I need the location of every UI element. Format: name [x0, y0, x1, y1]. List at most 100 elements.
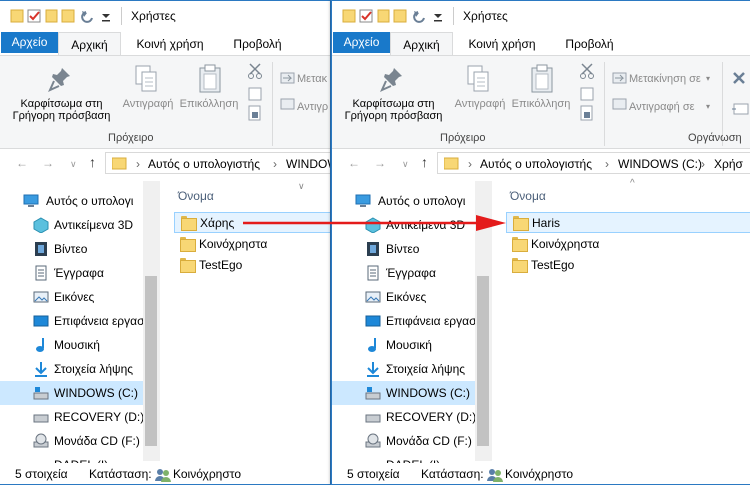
copy-button[interactable]: Αντιγραφή: [118, 98, 178, 110]
tab-home[interactable]: Αρχική: [390, 32, 453, 57]
window-title: Χρήστες: [131, 9, 176, 23]
sort-indicator-icon: ∨: [298, 181, 305, 191]
address-row: ← → ∨ ↑ › Αυτός ο υπολογιστής › WINDOWS: [0, 151, 330, 175]
up-arrow-icon[interactable]: ↑: [89, 154, 96, 170]
address-bar[interactable]: › Αυτός ο υπολογιστής › WINDOWS (C:) › Χ…: [437, 152, 750, 174]
nav-item-cd-f[interactable]: Μονάδα CD (F:): [0, 429, 160, 453]
drive-windows-icon: [33, 387, 49, 400]
drive-icon: [365, 414, 381, 423]
nav-item-desktop[interactable]: Επιφάνεια εργασ: [0, 309, 160, 333]
status-bar: 5 στοιχεία Κατάσταση: Κοινόχρηστο: [332, 463, 750, 484]
group-organize-label: Οργάνωση: [688, 132, 742, 144]
nav-item-this-pc[interactable]: Αυτός ο υπολογι: [332, 189, 492, 213]
move-to-button[interactable]: Μετακ: [297, 73, 330, 85]
tab-home[interactable]: Αρχική: [58, 32, 121, 57]
pin-quick-access-button[interactable]: Καρφίτσωμα στη Γρήγορη πρόσβαση: [336, 98, 451, 122]
nav-item-recovery-d[interactable]: RECOVERY (D:): [332, 405, 492, 429]
nav-item-pictures[interactable]: Εικόνες: [0, 285, 160, 309]
column-header-name[interactable]: Όνομα: [178, 189, 214, 203]
nav-item-music[interactable]: Μουσική: [332, 333, 492, 357]
folder-icon: [444, 157, 459, 170]
explorer-window-right: Χρήστες Αρχείο Αρχική Κοινή χρήση Προβολ…: [331, 0, 750, 485]
move-dropdown-icon[interactable]: ▾: [706, 73, 710, 85]
quick-access-toolbar[interactable]: [342, 8, 452, 24]
ribbon: Καρφίτσωμα στη Γρήγορη πρόσβαση Αντιγραφ…: [332, 55, 750, 149]
file-item-folder[interactable]: Κοινόχρηστα: [174, 234, 330, 255]
ribbon-separator: [272, 62, 273, 146]
document-icon: [35, 265, 47, 281]
move-to-button[interactable]: Μετακίνηση σε: [629, 73, 714, 85]
status-state-label: Κατάσταση:: [89, 467, 152, 481]
nav-item-windows-c[interactable]: WINDOWS (C:): [0, 381, 160, 405]
nav-item-videos[interactable]: Βίντεο: [332, 237, 492, 261]
breadcrumb-this-pc[interactable]: Αυτός ο υπολογιστής: [480, 157, 592, 171]
scrollbar-thumb[interactable]: [477, 276, 489, 446]
folder-icon: [181, 216, 197, 231]
nav-item-downloads[interactable]: Στοιχεία λήψης: [332, 357, 492, 381]
file-item-folder[interactable]: Κοινόχρηστα: [506, 234, 750, 255]
file-item-folder[interactable]: TestEgo: [174, 255, 330, 276]
nav-item-recovery-d[interactable]: RECOVERY (D:): [0, 405, 160, 429]
quick-access-toolbar[interactable]: [10, 8, 120, 24]
copy-to-button[interactable]: Αντιγρ: [297, 101, 330, 113]
scrollbar-thumb[interactable]: [145, 276, 157, 446]
file-item-folder[interactable]: Haris: [506, 212, 750, 233]
pin-icon: [380, 68, 402, 92]
nav-item-windows-c[interactable]: WINDOWS (C:): [332, 381, 492, 405]
paste-button[interactable]: Επικόλληση: [510, 98, 572, 110]
copy-to-dropdown-icon[interactable]: ▾: [706, 101, 710, 113]
music-note-icon: [36, 338, 44, 352]
copy-button[interactable]: Αντιγραφή: [450, 98, 510, 110]
tab-file[interactable]: Αρχείο: [333, 32, 390, 53]
nav-scrollbar[interactable]: [475, 181, 492, 461]
folder-icon: [513, 216, 529, 231]
recent-dropdown-icon[interactable]: ∨: [402, 159, 409, 170]
address-bar[interactable]: › Αυτός ο υπολογιστής › WINDOWS: [105, 152, 330, 174]
ribbon-tabs: Αρχείο Αρχική Κοινή χρήση Προβολή: [0, 32, 330, 57]
nav-item-documents[interactable]: Έγγραφα: [332, 261, 492, 285]
folder-icon: [180, 237, 196, 252]
cd-drive-icon: [365, 433, 381, 448]
folder-icon: [112, 157, 127, 170]
forward-arrow-icon[interactable]: →: [42, 156, 54, 170]
tab-share[interactable]: Κοινή χρήση: [456, 32, 548, 56]
back-arrow-icon[interactable]: ←: [348, 156, 360, 170]
nav-item-downloads[interactable]: Στοιχεία λήψης: [0, 357, 160, 381]
up-arrow-icon[interactable]: ↑: [421, 154, 428, 170]
tab-view[interactable]: Προβολή: [552, 32, 627, 56]
copy-to-button[interactable]: Αντιγραφή σε: [629, 101, 714, 113]
ribbon-tabs: Αρχείο Αρχική Κοινή χρήση Προβολή: [332, 32, 750, 57]
nav-item-documents[interactable]: Έγγραφα: [0, 261, 160, 285]
recent-dropdown-icon[interactable]: ∨: [70, 159, 77, 170]
pin-quick-access-button[interactable]: Καρφίτσωμα στη Γρήγορη πρόσβαση: [4, 98, 119, 122]
nav-item-3d-objects[interactable]: Αντικείμενα 3D: [0, 213, 160, 237]
breadcrumb-windows[interactable]: WINDOWS (C:): [618, 157, 702, 171]
computer-icon: [23, 194, 39, 207]
nav-item-cd-f[interactable]: Μονάδα CD (F:): [332, 429, 492, 453]
nav-item-music[interactable]: Μουσική: [0, 333, 160, 357]
breadcrumb-windows[interactable]: WINDOWS: [286, 157, 330, 171]
picture-icon: [33, 291, 49, 303]
paste-button[interactable]: Επικόλληση: [178, 98, 240, 110]
copy-icon: [467, 65, 489, 92]
tab-file[interactable]: Αρχείο: [1, 32, 58, 53]
breadcrumb-this-pc[interactable]: Αυτός ο υπολογιστής: [148, 157, 260, 171]
back-arrow-icon[interactable]: ←: [16, 156, 28, 170]
file-list: ∨ Όνομα Χάρης Κοινόχρηστα TestEgo: [160, 181, 330, 461]
computer-icon: [355, 194, 371, 207]
download-icon: [35, 362, 47, 377]
file-item-folder[interactable]: Χάρης: [174, 212, 330, 233]
column-header-name[interactable]: Όνομα: [510, 189, 546, 203]
nav-item-pictures[interactable]: Εικόνες: [332, 285, 492, 309]
nav-scrollbar[interactable]: [143, 181, 160, 461]
tab-view[interactable]: Προβολή: [220, 32, 295, 56]
nav-item-desktop[interactable]: Επιφάνεια εργασ: [332, 309, 492, 333]
forward-arrow-icon[interactable]: →: [374, 156, 386, 170]
nav-item-this-pc[interactable]: Αυτός ο υπολογι: [0, 189, 160, 213]
file-item-folder[interactable]: TestEgo: [506, 255, 750, 276]
film-icon: [367, 242, 379, 256]
tab-share[interactable]: Κοινή χρήση: [124, 32, 216, 56]
nav-item-3d-objects[interactable]: Αντικείμενα 3D: [332, 213, 492, 237]
breadcrumb-users[interactable]: Χρήσ: [714, 157, 743, 171]
nav-item-videos[interactable]: Βίντεο: [0, 237, 160, 261]
